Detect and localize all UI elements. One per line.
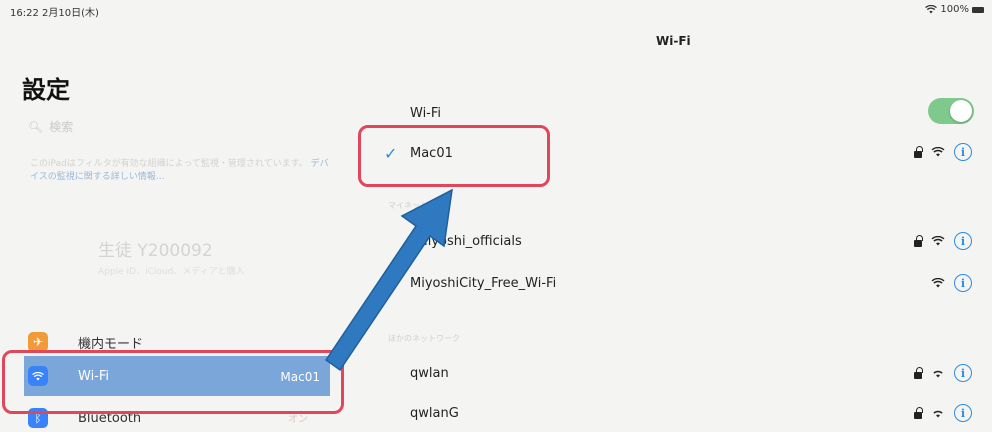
annotation-arrow [324, 188, 453, 372]
